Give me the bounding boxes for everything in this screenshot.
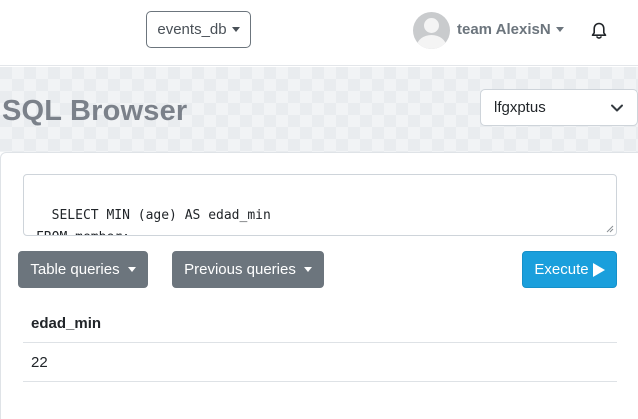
schema-select[interactable]: lfgxptus — [480, 89, 638, 126]
avatar-head — [424, 18, 439, 33]
table-header-row: edad_min — [23, 305, 617, 343]
bell-icon[interactable] — [589, 21, 609, 41]
previous-queries-button[interactable]: Previous queries — [172, 251, 324, 288]
execute-button[interactable]: Execute — [522, 251, 617, 288]
resize-handle-icon[interactable] — [606, 225, 614, 233]
database-dropdown[interactable]: events_db — [146, 11, 251, 48]
schema-select-value: lfgxptus — [494, 99, 546, 116]
chevron-down-icon — [231, 27, 240, 32]
user-menu[interactable]: team AlexisN — [457, 19, 564, 39]
database-label: events_db — [157, 21, 227, 38]
chevron-down-icon — [555, 26, 564, 32]
results-table: edad_min 22 — [23, 305, 617, 382]
chevron-down-icon — [127, 267, 136, 272]
table-cell: 22 — [31, 353, 48, 371]
table-queries-button[interactable]: Table queries — [18, 251, 148, 288]
sql-query-editor[interactable]: SELECT MIN (age) AS edad_min FROM member… — [23, 174, 617, 236]
sql-query-text: SELECT MIN (age) AS edad_min FROM member… — [36, 208, 271, 235]
user-name: team AlexisN — [457, 20, 551, 38]
avatar-body — [417, 35, 446, 49]
play-icon — [592, 262, 605, 277]
user-avatar-icon[interactable] — [413, 12, 450, 49]
chevron-down-icon — [611, 104, 623, 112]
table-queries-label: Table queries — [30, 261, 120, 278]
column-header-edad-min: edad_min — [31, 315, 102, 332]
previous-queries-label: Previous queries — [184, 261, 296, 278]
chevron-down-icon — [303, 267, 312, 272]
page-title: SQL Browser — [2, 95, 188, 127]
execute-label: Execute — [534, 261, 589, 278]
table-row: 22 — [23, 343, 617, 382]
